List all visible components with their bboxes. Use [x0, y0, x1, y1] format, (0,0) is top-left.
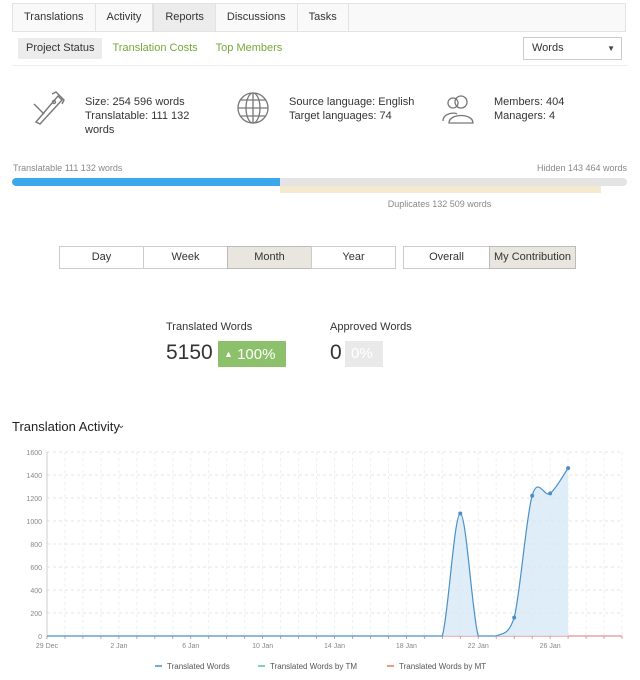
translated-words-value: 5150 [166, 341, 213, 364]
y-tick-label: 400 [30, 588, 42, 595]
subtab-project-status[interactable]: Project Status [18, 38, 103, 59]
chevron-down-icon: ▼ [607, 44, 615, 53]
legend-item: Translated Words [167, 662, 230, 671]
period-year-button[interactable]: Year [311, 246, 396, 269]
period-week-button[interactable]: Week [143, 246, 228, 269]
y-tick-label: 1200 [26, 496, 42, 503]
source-language-text: Source language: English [289, 96, 415, 108]
caliper-icon [30, 90, 66, 129]
x-tick-label: 26 Jan [540, 643, 561, 650]
data-point [548, 491, 553, 496]
x-tick-label: 2 Jan [110, 643, 127, 650]
activity-title: Translation Activity [12, 419, 120, 434]
y-tick-label: 600 [30, 565, 42, 572]
series-translated-words-line [47, 467, 569, 637]
unit-select[interactable]: Words ▼ [523, 37, 622, 60]
x-tick-label: 18 Jan [396, 643, 417, 650]
members-stat: Members: 404 Managers: 4 [494, 95, 564, 123]
translatable-label: Translatable 111 132 words [13, 163, 123, 173]
tab-discussions[interactable]: Discussions [216, 4, 298, 31]
y-tick-label: 800 [30, 542, 42, 549]
approved-words-title: Approved Words [330, 321, 412, 333]
members-icon [441, 93, 477, 128]
legend-item: Translated Words by TM [270, 662, 357, 671]
tab-tasks[interactable]: Tasks [298, 4, 349, 31]
main-tabs: Translations Activity Reports Discussion… [12, 3, 626, 32]
translated-words-delta-badge: ▲ 100% [218, 341, 286, 367]
y-tick-label: 200 [30, 611, 42, 618]
size-text: Size: 254 596 words [85, 96, 185, 108]
y-tick-label: 0 [38, 634, 42, 641]
globe-icon [236, 91, 270, 128]
translation-activity-chart: 0 200 400 600 800 1000 1200 1400 1600 29 Dec 2 Ja… [26, 450, 623, 671]
translatable-text: Translatable: 111 132 [85, 110, 190, 122]
subtab-translation-costs[interactable]: Translation Costs [104, 38, 205, 59]
translated-words-title: Translated Words [166, 321, 253, 333]
legend-item: Translated Words by MT [399, 662, 486, 671]
members-text: Members: 404 [494, 96, 565, 108]
y-tick-label: 1600 [26, 450, 42, 457]
translated-words-delta: 100% [237, 346, 276, 363]
duplicates-label: Duplicates 132 509 words [387, 199, 492, 209]
hidden-label: Hidden 143 464 words [536, 163, 627, 173]
arrow-up-icon: ▲ [224, 349, 233, 359]
size-stat: Size: 254 596 words Translatable: 111 13… [85, 95, 189, 137]
managers-text: Managers: 4 [494, 110, 556, 122]
translatable-unit-text: words [85, 124, 115, 136]
scope-overall-button[interactable]: Overall [403, 246, 490, 269]
period-month-button[interactable]: Month [227, 246, 312, 269]
target-languages-text: Target languages: 74 [289, 110, 392, 122]
tab-reports[interactable]: Reports [153, 4, 216, 31]
tab-activity[interactable]: Activity [96, 4, 154, 31]
duplicates-bar [280, 186, 601, 193]
x-tick-label: 6 Jan [182, 643, 199, 650]
period-toggle: Day Week Month Year [59, 246, 396, 269]
x-tick-label: 22 Jan [468, 643, 489, 650]
chevron-down-icon[interactable]: ⌄ [117, 420, 125, 431]
x-tick-label: 10 Jan [252, 643, 273, 650]
language-stat: Source language: English Target language… [289, 95, 414, 123]
data-point [566, 466, 571, 471]
data-point [458, 511, 463, 516]
approved-words-delta: 0% [351, 345, 373, 362]
approved-words-delta-badge: 0% [345, 341, 383, 367]
y-tick-label: 1400 [26, 473, 42, 480]
x-tick-label: 14 Jan [324, 643, 345, 650]
progress-bar [12, 178, 627, 186]
period-day-button[interactable]: Day [59, 246, 144, 269]
data-point [530, 493, 535, 498]
series-translated-words-area [47, 468, 569, 636]
scope-my-contribution-button[interactable]: My Contribution [489, 246, 576, 269]
divider [12, 65, 628, 66]
tab-translations[interactable]: Translations [13, 4, 96, 31]
data-point [512, 615, 517, 620]
y-tick-label: 1000 [26, 519, 42, 526]
x-tick-label: 29 Dec [36, 643, 59, 650]
unit-select-value: Words [532, 42, 564, 54]
approved-words-value: 0 [330, 341, 342, 364]
progress-bar-fill [12, 178, 281, 186]
subtab-top-members[interactable]: Top Members [208, 38, 291, 59]
scope-toggle: Overall My Contribution [403, 246, 576, 269]
report-subnav: Project Status Translation Costs Top Mem… [18, 38, 292, 59]
